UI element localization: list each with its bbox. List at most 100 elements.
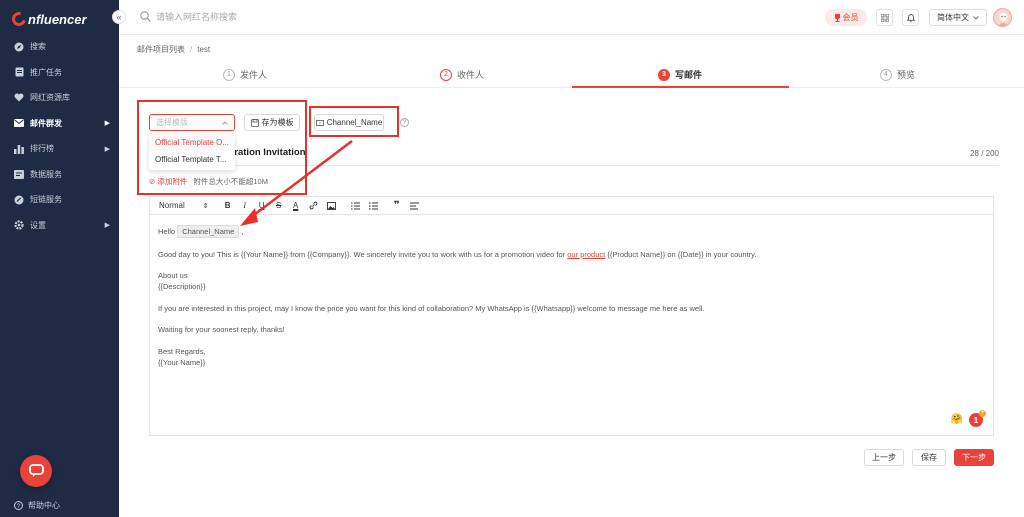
italic-icon[interactable]: I (241, 201, 249, 210)
sidebar-item-short-link[interactable]: 短链服务 (0, 187, 119, 213)
ordered-list-icon[interactable] (350, 202, 360, 210)
hug-emoji-icon[interactable]: 🤗 (951, 414, 963, 425)
email-editor[interactable]: Normal ⇕ B I U S A ❞ Hello Channel_Name ,… (149, 196, 994, 436)
format-select[interactable]: Normal ⇕ (159, 201, 209, 210)
intro-text: Good day to you! This is {{Your Name}} f… (158, 249, 566, 259)
topbar: 会员 简体中文 (119, 0, 1024, 35)
step-number: 4 (880, 68, 892, 81)
help-center-link[interactable]: ? 帮助中心 (14, 500, 60, 511)
stepper: 1 发件人 2 收件人 3 写邮件 4 预览 (119, 63, 1024, 88)
chevron-up-icon (222, 120, 228, 125)
previous-step-button[interactable]: 上一步 (864, 449, 904, 466)
step-label: 预览 (897, 70, 916, 80)
editor-toolbar: Normal ⇕ B I U S A ❞ (150, 197, 993, 215)
bullet-list-icon[interactable] (368, 201, 378, 210)
attachment-hint: 附件总大小不能超10M (193, 177, 268, 186)
vip-button[interactable]: 会员 (825, 9, 867, 26)
paragraph-signoff: Best Regards, {{Your Name}} (158, 346, 985, 368)
bell-icon (906, 14, 915, 22)
sidebar-item-mass-email[interactable]: 邮件群发 ▶ (0, 111, 119, 137)
breadcrumb-parent[interactable]: 邮件项目列表 (137, 45, 185, 54)
link-icon (14, 195, 24, 205)
notifications-button[interactable] (902, 9, 919, 26)
channel-name-chip[interactable]: Channel_Name (177, 225, 240, 238)
sidebar-item-label: 短链服务 (30, 195, 62, 205)
channel-name-variable-button[interactable]: T Channel_Name (314, 114, 384, 131)
template-option[interactable]: Official Template O... (149, 134, 235, 151)
svg-text:T: T (318, 120, 321, 125)
template-select[interactable]: 选择模版 (149, 114, 235, 131)
grid-icon (880, 13, 889, 22)
search-icon (140, 11, 151, 22)
about-description: {{Description}} (158, 282, 206, 291)
strikethrough-icon[interactable]: S (275, 201, 283, 210)
underline-icon[interactable]: U (258, 201, 266, 210)
text-color-icon[interactable]: A (292, 201, 300, 210)
sort-arrows-icon: ⇕ (202, 202, 209, 210)
heart-icon (14, 93, 24, 103)
divider (149, 165, 999, 166)
breadcrumb-current: test (197, 45, 211, 54)
compass-icon (14, 42, 24, 52)
chat-bubble-icon (28, 464, 44, 477)
bold-icon[interactable]: B (224, 201, 232, 210)
sidebar-item-search[interactable]: 搜索 (0, 34, 119, 60)
sidebar-item-tasks[interactable]: 推广任务 (0, 60, 119, 86)
logo-mark-icon (9, 9, 29, 29)
sidebar-nav: 搜索 推广任务 网红资源库 邮件群发 ▶ 排行榜 ▶ 数据服务 短链服务 设置 … (0, 34, 119, 238)
greeting-line: Hello Channel_Name , (158, 225, 985, 238)
logo-text: nfluencer (28, 11, 87, 27)
next-step-button[interactable]: 下一步 (954, 449, 994, 466)
apps-button[interactable] (876, 9, 893, 26)
step-label: 写邮件 (675, 70, 703, 80)
chevron-right-icon: ▶ (104, 120, 110, 128)
sidebar-item-label: 推广任务 (30, 67, 62, 77)
question-circle-icon[interactable]: ? (400, 118, 409, 127)
influencer-search-input[interactable] (156, 9, 456, 25)
save-as-template-button[interactable]: 存为模板 (244, 114, 300, 131)
sidebar-item-settings[interactable]: 设置 ▶ (0, 213, 119, 239)
help-center-label: 帮助中心 (28, 501, 60, 510)
question-circle-icon: ? (14, 501, 23, 510)
save-as-template-label: 存为模板 (261, 118, 294, 127)
editor-body[interactable]: Hello Channel_Name , Good day to you! Th… (150, 215, 993, 388)
step-preview[interactable]: 4 预览 (880, 68, 915, 81)
sidebar-item-data-service[interactable]: 数据服务 (0, 162, 119, 188)
chat-support-button[interactable] (20, 455, 52, 487)
avatar[interactable] (993, 8, 1012, 27)
sidebar: nfluencer 搜索 推广任务 网红资源库 邮件群发 ▶ 排行榜 ▶ 数据服… (0, 0, 119, 517)
sidebar-collapse-button[interactable]: « (112, 10, 126, 24)
gear-icon (14, 220, 24, 230)
step-label: 发件人 (240, 70, 268, 80)
paragraph-about: About us {{Description}} (158, 270, 985, 292)
sidebar-item-rankings[interactable]: 排行榜 ▶ (0, 136, 119, 162)
logo[interactable]: nfluencer (9, 9, 87, 29)
chevron-right-icon: ▶ (104, 222, 110, 230)
mail-icon (14, 118, 24, 128)
sidebar-item-label: 数据服务 (30, 169, 62, 179)
subject-char-count: 28 / 200 (970, 149, 999, 158)
link-icon[interactable] (309, 201, 318, 210)
language-label: 简体中文 (937, 13, 969, 22)
step-recipients[interactable]: 2 收件人 (440, 68, 484, 81)
compose-card: 选择模版 存为模板 T Channel_Name ? Official Temp… (132, 99, 1011, 505)
step-number: 3 (658, 68, 670, 81)
template-dropdown: Official Template O... Official Template… (149, 134, 235, 170)
add-attachment-link[interactable]: ⊘ 添加附件 (149, 176, 187, 187)
step-sender[interactable]: 1 发件人 (223, 68, 267, 81)
save-button[interactable]: 保存 (912, 449, 946, 466)
image-icon[interactable] (326, 201, 336, 210)
language-select[interactable]: 简体中文 (929, 9, 987, 26)
blockquote-icon[interactable]: ❞ (393, 200, 401, 211)
align-left-icon[interactable] (409, 202, 419, 210)
sidebar-item-label: 设置 (30, 220, 46, 230)
bar-chart-icon (14, 144, 24, 154)
template-select-placeholder: 选择模版 (156, 118, 188, 127)
template-option[interactable]: Official Template T... (149, 151, 235, 168)
sidebar-item-label: 网红资源库 (30, 93, 70, 103)
sidebar-item-influencer-library[interactable]: 网红资源库 (0, 85, 119, 111)
step-compose[interactable]: 3 写邮件 (658, 68, 702, 81)
chevron-down-icon (973, 15, 979, 20)
email-subject[interactable]: eration Invitation (229, 147, 306, 158)
sidebar-item-label: 邮件群发 (30, 118, 62, 128)
